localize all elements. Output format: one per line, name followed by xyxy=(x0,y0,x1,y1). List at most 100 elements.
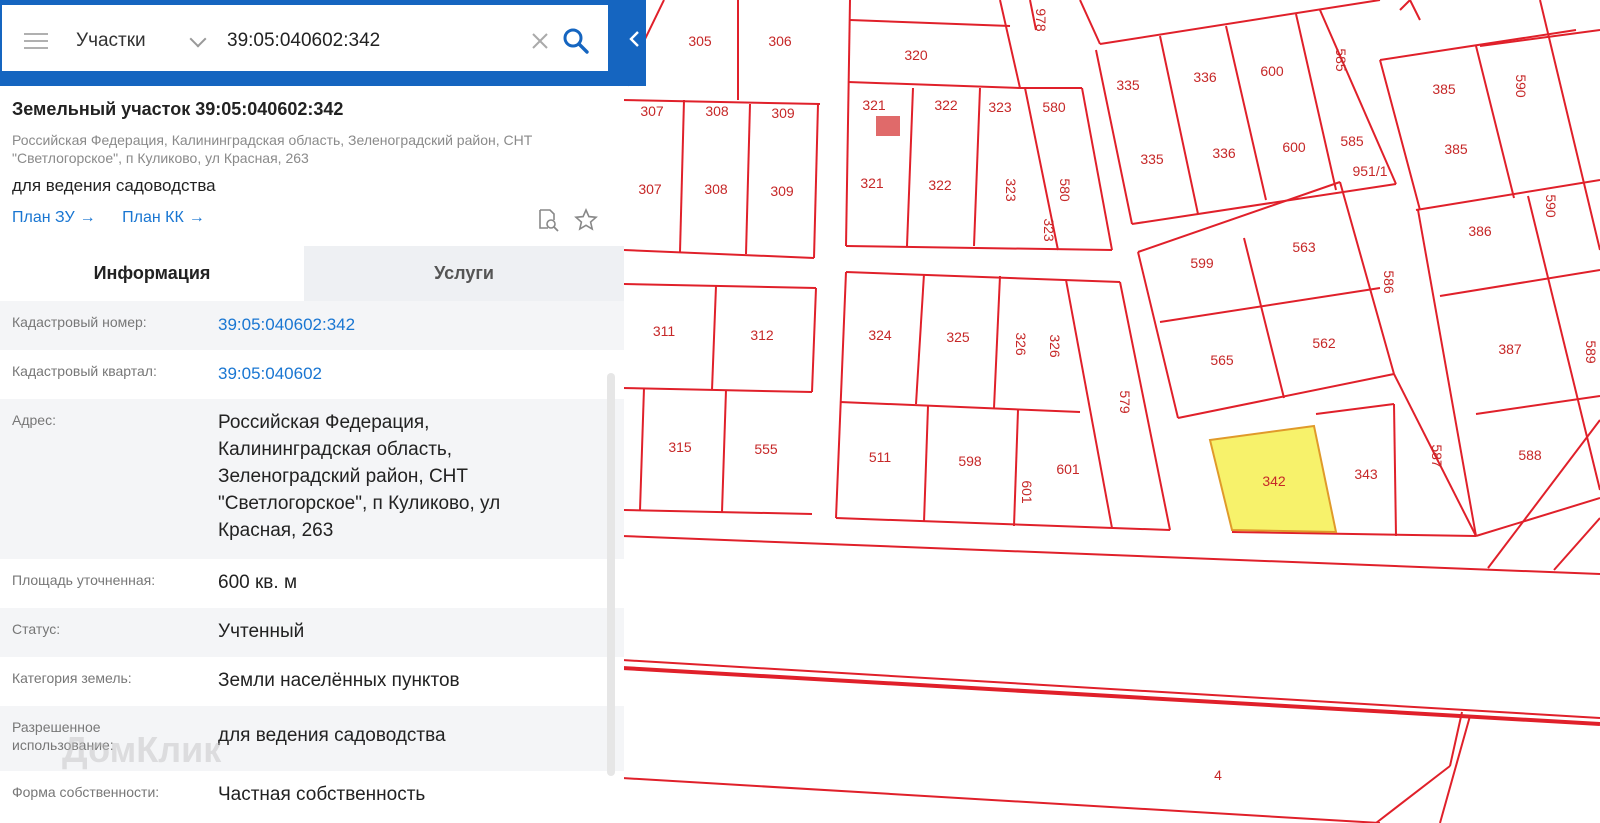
parcel-label: 320 xyxy=(904,47,928,63)
row-label: Адрес: xyxy=(12,412,56,428)
panel-scrollbar[interactable] xyxy=(607,373,615,776)
parcel-label: 322 xyxy=(928,177,952,193)
parcel-label: 324 xyxy=(868,327,892,343)
parcel-label: 387 xyxy=(1498,341,1522,357)
parcel-label: 585 xyxy=(1340,133,1364,149)
arrow-right-icon: → xyxy=(188,209,205,226)
parcel-label: 599 xyxy=(1190,255,1214,271)
search-box: Участки xyxy=(2,5,608,71)
parcel-label: 321 xyxy=(860,175,884,191)
parcel-label: 335 xyxy=(1140,151,1164,167)
parcel-label: 600 xyxy=(1260,63,1284,79)
address-value: Российская Федерация, Калининградская об… xyxy=(218,412,501,541)
parcel-label: 587 xyxy=(1429,444,1445,468)
parcel-label: 323 xyxy=(1041,218,1057,242)
parcel-label: 385 xyxy=(1432,81,1456,97)
parcel-label: 308 xyxy=(705,103,729,119)
layer-select-label: Участки xyxy=(76,30,146,51)
row-label: Форма собственности: xyxy=(12,784,160,800)
parcel-label: 321 xyxy=(862,97,886,113)
star-icon[interactable] xyxy=(574,208,598,237)
parcel-label: 335 xyxy=(1116,77,1140,93)
parcel-label: 325 xyxy=(946,329,970,345)
parcel-label: 590 xyxy=(1543,194,1559,218)
parcel-label: 309 xyxy=(771,105,795,121)
menu-icon[interactable] xyxy=(24,33,48,51)
parcel-label: 580 xyxy=(1042,99,1066,115)
parcel-label: 336 xyxy=(1193,69,1217,85)
cadastral-quarter-link[interactable]: 39:05:040602 xyxy=(208,350,588,399)
parcel-label: 4 xyxy=(1214,767,1222,783)
chevron-left-icon[interactable] xyxy=(624,22,646,56)
parcel-label: 563 xyxy=(1292,239,1316,255)
info-row-cadastral-number: Кадастровый номер: 39:05:040602:342 xyxy=(0,301,624,350)
parcel-label: 565 xyxy=(1210,352,1234,368)
row-label: Площадь уточненная: xyxy=(12,572,156,588)
search-input[interactable] xyxy=(227,25,507,57)
info-row-area: Площадь уточненная: 600 кв. м xyxy=(0,559,624,608)
row-label: Кадастровый номер: xyxy=(12,314,147,330)
tabs: Информация Услуги xyxy=(0,246,624,301)
parcel-label: 601 xyxy=(1056,461,1080,477)
plan-kk-label: План КК xyxy=(122,209,184,226)
parcel-label: 562 xyxy=(1312,335,1336,351)
parcel-label: 315 xyxy=(668,439,692,455)
parcel-label: 586 xyxy=(1381,270,1397,294)
parcel-label: 309 xyxy=(770,183,794,199)
permitted-use-value: для ведения садоводства xyxy=(218,725,446,746)
parcel-label: 598 xyxy=(958,453,982,469)
parcel-label: 580 xyxy=(1057,178,1073,202)
parcel-label: 589 xyxy=(1583,340,1599,364)
plan-links: План ЗУ → План КК → xyxy=(12,209,227,227)
parcel-label: 600 xyxy=(1282,139,1306,155)
building-marker xyxy=(876,116,900,136)
parcel-label: 386 xyxy=(1468,223,1492,239)
parcel-label: 311 xyxy=(653,323,676,339)
parcel-label: 588 xyxy=(1518,447,1542,463)
parcel-label: 585 xyxy=(1333,48,1349,72)
parcel-label: 385 xyxy=(1444,141,1468,157)
row-label: Категория земель: xyxy=(12,670,132,686)
chevron-down-icon xyxy=(189,30,207,48)
info-row-address: Адрес: Российская Федерация, Калининград… xyxy=(0,399,624,559)
parcel-label: 343 xyxy=(1354,466,1378,482)
info-row-ownership: Форма собственности: Частная собственнос… xyxy=(0,771,624,820)
search-icon[interactable] xyxy=(562,27,590,55)
watermark: ДомКлик xyxy=(62,729,222,770)
tab-services[interactable]: Услуги xyxy=(304,246,624,301)
plan-zu-link[interactable]: План ЗУ → xyxy=(12,209,96,226)
parcel-label: 951/1 xyxy=(1352,163,1387,179)
parcel-label: 590 xyxy=(1513,74,1529,98)
parcel-label: 511 xyxy=(869,449,892,465)
parcel-address-short: Российская Федерация, Калининградская об… xyxy=(12,132,533,166)
info-panel: Земельный участок 39:05:040602:342 Росси… xyxy=(0,0,624,823)
search-bar: Участки xyxy=(0,0,646,86)
parcel-label: 336 xyxy=(1212,145,1236,161)
parcel-label: 326 xyxy=(1013,332,1029,356)
layer-select[interactable]: Участки xyxy=(76,27,216,55)
close-icon[interactable] xyxy=(530,31,550,51)
document-search-icon[interactable] xyxy=(536,208,560,237)
parcel-label: 323 xyxy=(1003,178,1019,202)
parcel-label: 307 xyxy=(638,181,662,197)
plan-kk-link[interactable]: План КК → xyxy=(122,209,205,226)
status-value: Учтенный xyxy=(218,621,305,642)
parcel-label: 307 xyxy=(640,103,664,119)
land-category-value: Земли населённых пунктов xyxy=(218,670,460,691)
tab-info[interactable]: Информация xyxy=(0,246,304,301)
info-row-land-category: Категория земель: Земли населённых пункт… xyxy=(0,657,624,706)
plan-zu-label: План ЗУ xyxy=(12,209,75,226)
parcel-label: 326 xyxy=(1047,334,1063,358)
parcel-label: 601 xyxy=(1019,480,1035,504)
row-label: Статус: xyxy=(12,621,61,637)
parcel-title: Земельный участок 39:05:040602:342 xyxy=(12,99,344,119)
cadastral-number-link[interactable]: 39:05:040602:342 xyxy=(208,301,588,350)
parcel-label: 308 xyxy=(704,181,728,197)
area-value: 600 кв. м xyxy=(218,572,298,593)
parcel-label: 305 xyxy=(688,33,712,49)
parcel-label: 978 xyxy=(1033,8,1049,32)
parcel-label: 342 xyxy=(1262,473,1286,489)
parcel-label: 323 xyxy=(988,99,1012,115)
parcel-label: 322 xyxy=(934,97,958,113)
arrow-right-icon: → xyxy=(79,209,96,226)
